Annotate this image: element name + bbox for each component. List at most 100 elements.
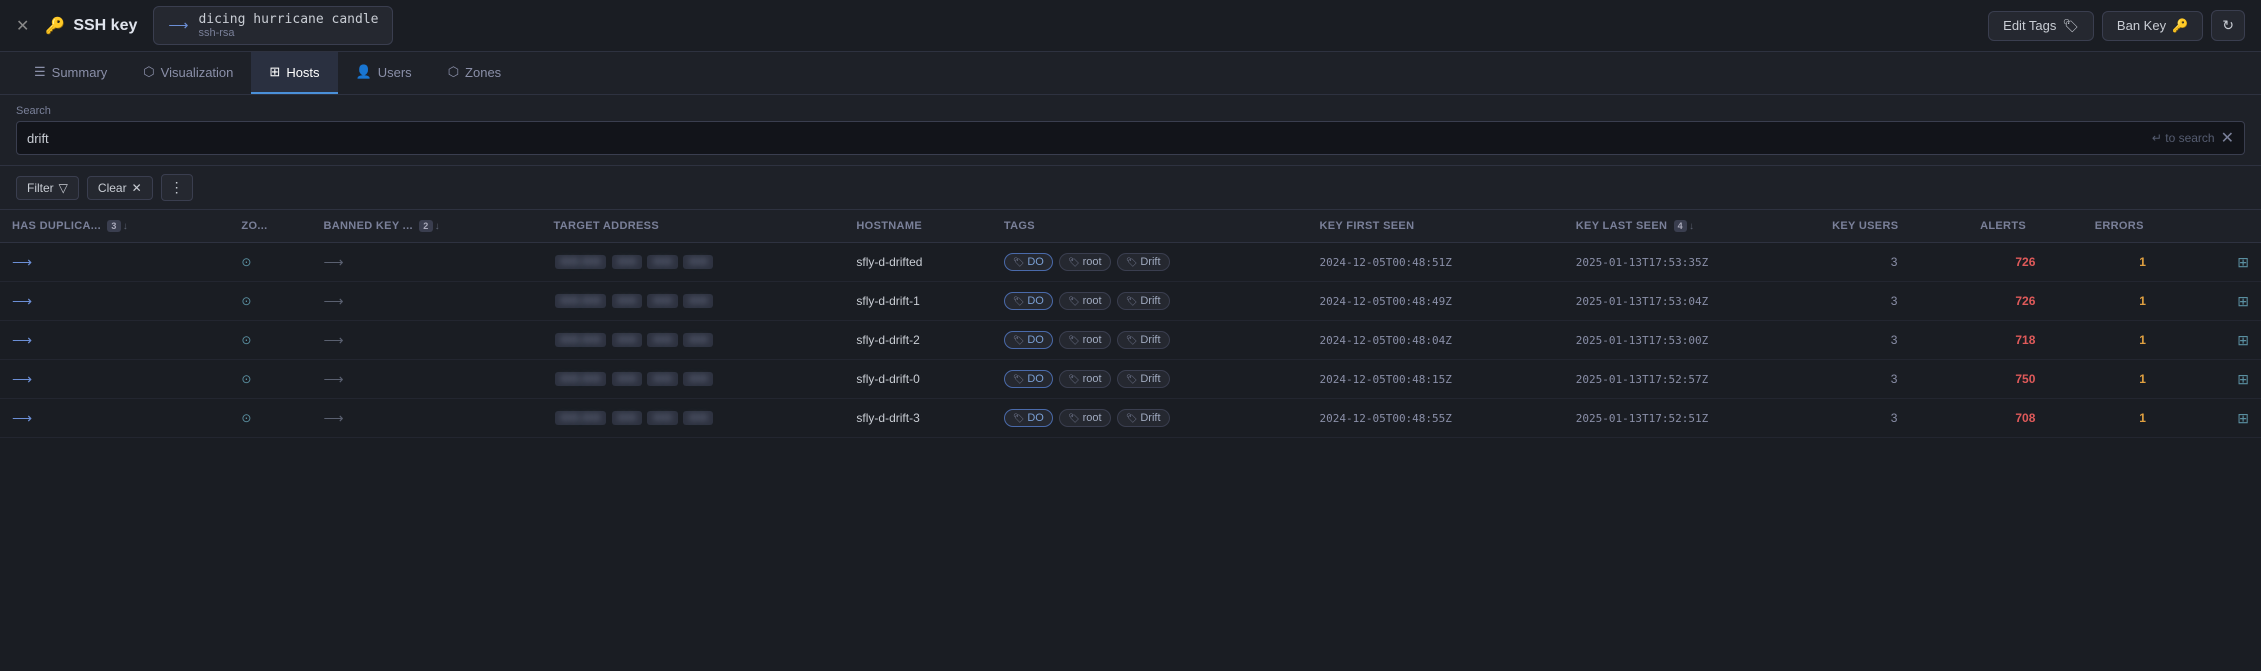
- search-input[interactable]: [27, 131, 2146, 146]
- header: ✕ 🔑 SSH key ⟶ dicing hurricane candle ss…: [0, 0, 2261, 52]
- target-address-cell: 000.000 000 000 000: [542, 399, 845, 438]
- errors-cell: 1: [2083, 399, 2203, 438]
- search-hint: ↵ to search: [2152, 131, 2215, 145]
- filter-bar: Filter ▽ Clear ✕ ⋮: [0, 166, 2261, 210]
- alerts-cell: 750: [1968, 360, 2083, 399]
- tag-drift[interactable]: 🏷Drift: [1117, 370, 1170, 388]
- close-button[interactable]: ✕: [16, 16, 29, 36]
- alerts-cell: 718: [1968, 321, 2083, 360]
- tag-drift[interactable]: 🏷Drift: [1117, 331, 1170, 349]
- has-duplicates-cell: ⟶: [0, 360, 229, 399]
- more-icon: ⋮: [170, 179, 184, 196]
- tags-cell: 🏷DO 🏷root 🏷Drift: [992, 243, 1308, 282]
- row-actions-cell: ⊞: [2202, 282, 2261, 321]
- tab-zones[interactable]: ⬡ Zones: [430, 52, 520, 94]
- tag-root[interactable]: 🏷root: [1059, 370, 1110, 388]
- table-row: ⟶ ⊙ ⟶ 000.000 000 000 000 sfly-d-drift-2…: [0, 321, 2261, 360]
- col-key-users[interactable]: KEY USERS: [1820, 210, 1968, 243]
- tag-root[interactable]: 🏷root: [1059, 331, 1110, 349]
- col-key-first-seen[interactable]: KEY FIRST SEEN: [1307, 210, 1563, 243]
- col-alerts[interactable]: ALERTS: [1968, 210, 2083, 243]
- topology-icon[interactable]: ⊞: [2237, 410, 2249, 426]
- zones-icon: ⬡: [448, 64, 459, 80]
- banned-key-cell: ⟶: [311, 243, 541, 282]
- shield-icon: ⊙: [241, 372, 251, 386]
- banned-key-cell: ⟶: [311, 360, 541, 399]
- banned-key-cell: ⟶: [311, 321, 541, 360]
- col-errors[interactable]: ERRORS: [2083, 210, 2203, 243]
- tag-root[interactable]: 🏷root: [1059, 292, 1110, 310]
- tags-cell: 🏷DO 🏷root 🏷Drift: [992, 321, 1308, 360]
- ban-key-button[interactable]: Ban Key 🔑: [2102, 11, 2203, 41]
- key-users-cell: 3: [1820, 360, 1968, 399]
- table-header-row: HAS DUPLICA... 3↓ ZO... BANNED KEY ... 2…: [0, 210, 2261, 243]
- ban-icon: 🔑: [2172, 18, 2188, 34]
- row-actions-cell: ⊞: [2202, 399, 2261, 438]
- col-hostname[interactable]: HOSTNAME: [844, 210, 991, 243]
- has-duplicates-cell: ⟶: [0, 399, 229, 438]
- tag-do[interactable]: 🏷DO: [1004, 370, 1053, 388]
- topology-icon[interactable]: ⊞: [2237, 332, 2249, 348]
- tag-drift[interactable]: 🏷Drift: [1117, 253, 1170, 271]
- hosts-table-container: HAS DUPLICA... 3↓ ZO... BANNED KEY ... 2…: [0, 210, 2261, 438]
- key-users-cell: 3: [1820, 243, 1968, 282]
- key-first-seen-cell: 2024-12-05T00:48:49Z: [1307, 282, 1563, 321]
- errors-cell: 1: [2083, 282, 2203, 321]
- target-address-cell: 000.000 000 000 000: [542, 321, 845, 360]
- shield-icon: ⊙: [241, 411, 251, 425]
- key-last-seen-cell: 2025-01-13T17:52:51Z: [1564, 399, 1820, 438]
- errors-cell: 1: [2083, 243, 2203, 282]
- tag-do[interactable]: 🏷DO: [1004, 292, 1053, 310]
- key-selector[interactable]: ⟶ dicing hurricane candle ssh-rsa: [153, 6, 393, 45]
- tag-root[interactable]: 🏷root: [1059, 253, 1110, 271]
- tab-users[interactable]: 👤 Users: [338, 52, 430, 94]
- table-row: ⟶ ⊙ ⟶ 000.000 000 000 000 sfly-d-drift-3…: [0, 399, 2261, 438]
- tab-visualization[interactable]: ⬡ Visualization: [125, 52, 251, 94]
- clear-button[interactable]: Clear ✕: [87, 176, 153, 200]
- edit-tags-button[interactable]: Edit Tags 🏷: [1988, 11, 2094, 41]
- col-key-last-seen[interactable]: KEY LAST SEEN 4↓: [1564, 210, 1820, 243]
- more-options-button[interactable]: ⋮: [161, 174, 193, 201]
- topology-icon[interactable]: ⊞: [2237, 254, 2249, 270]
- tag-drift[interactable]: 🏷Drift: [1117, 409, 1170, 427]
- col-zones[interactable]: ZO...: [229, 210, 311, 243]
- tag-do[interactable]: 🏷DO: [1004, 331, 1053, 349]
- refresh-button[interactable]: ↻: [2211, 10, 2245, 41]
- col-banned-key[interactable]: BANNED KEY ... 2↓: [311, 210, 541, 243]
- hostname-cell: sfly-d-drift-2: [844, 321, 991, 360]
- tags-cell: 🏷DO 🏷root 🏷Drift: [992, 282, 1308, 321]
- tag-do[interactable]: 🏷DO: [1004, 253, 1053, 271]
- zones-cell: ⊙: [229, 243, 311, 282]
- banned-key-icon: ⟶: [323, 293, 343, 309]
- has-duplicates-cell: ⟶: [0, 282, 229, 321]
- topology-icon[interactable]: ⊞: [2237, 293, 2249, 309]
- tag-drift[interactable]: 🏷Drift: [1117, 292, 1170, 310]
- alerts-cell: 726: [1968, 282, 2083, 321]
- page-title: 🔑 SSH key: [45, 16, 137, 36]
- alerts-cell: 708: [1968, 399, 2083, 438]
- tabs-bar: ☰ Summary ⬡ Visualization ⊞ Hosts 👤 User…: [0, 52, 2261, 95]
- table-row: ⟶ ⊙ ⟶ 000.000 000 000 000 sfly-d-drifted…: [0, 243, 2261, 282]
- summary-icon: ☰: [34, 64, 46, 80]
- filter-button[interactable]: Filter ▽: [16, 176, 79, 200]
- topology-icon[interactable]: ⊞: [2237, 371, 2249, 387]
- duplicate-key-icon: ⟶: [12, 371, 32, 387]
- clear-icon: ✕: [132, 181, 142, 195]
- zones-cell: ⊙: [229, 321, 311, 360]
- col-target-address[interactable]: TARGET ADDRESS: [542, 210, 845, 243]
- col-has-duplicates[interactable]: HAS DUPLICA... 3↓: [0, 210, 229, 243]
- key-users-cell: 3: [1820, 321, 1968, 360]
- tag-icon: 🏷: [2062, 18, 2079, 34]
- tag-do[interactable]: 🏷DO: [1004, 409, 1053, 427]
- banned-key-icon: ⟶: [323, 410, 343, 426]
- table-body: ⟶ ⊙ ⟶ 000.000 000 000 000 sfly-d-drifted…: [0, 243, 2261, 438]
- tab-hosts[interactable]: ⊞ Hosts: [251, 52, 337, 94]
- hostname-cell: sfly-d-drift-1: [844, 282, 991, 321]
- search-clear-button[interactable]: ✕: [2221, 128, 2234, 148]
- col-tags[interactable]: TAGS: [992, 210, 1308, 243]
- tag-root[interactable]: 🏷root: [1059, 409, 1110, 427]
- tab-summary[interactable]: ☰ Summary: [16, 52, 125, 94]
- banned-key-cell: ⟶: [311, 399, 541, 438]
- key-last-seen-cell: 2025-01-13T17:53:00Z: [1564, 321, 1820, 360]
- duplicate-key-icon: ⟶: [12, 410, 32, 426]
